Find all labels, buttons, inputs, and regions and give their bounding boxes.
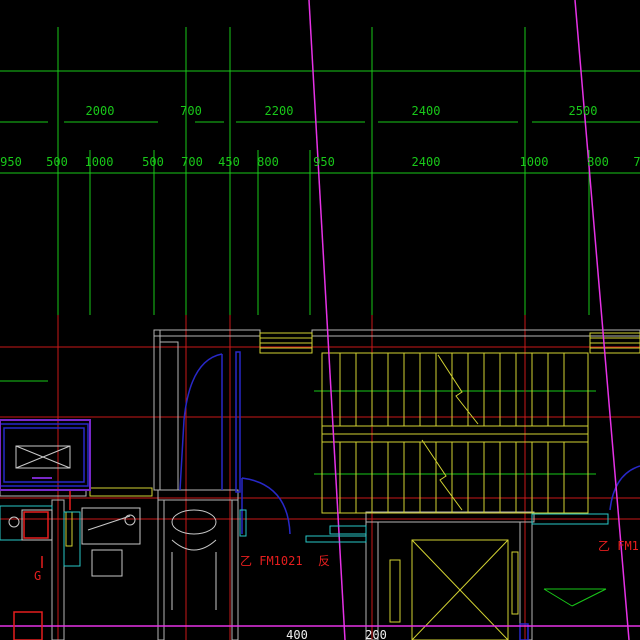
dimension-row-2: 950 500 1000 500 700 450 800 950 2400 10… [0, 155, 640, 169]
dim-label: 950 [0, 155, 22, 169]
grid-axis-lines [0, 315, 640, 640]
dimension-row-bottom: 400 200 [286, 628, 387, 640]
dim-label: 800 [257, 155, 279, 169]
door-tag: 乙 FM1 [598, 539, 639, 553]
door-tag-suffix: 反 [318, 554, 330, 568]
dim-label: 2400 [412, 104, 441, 118]
dim-label: 2500 [569, 104, 598, 118]
dim-label: 450 [218, 155, 240, 169]
dim-label: 800 [587, 155, 609, 169]
dim-label: 700 [181, 155, 203, 169]
door-tag: 乙 FM1021 [240, 554, 303, 568]
dim-label: 2400 [412, 155, 441, 169]
floor-plan-drawing[interactable]: 2000 700 2200 2400 2500 950 500 1000 500… [0, 0, 640, 640]
column-mark: G [34, 569, 41, 583]
cyan-fixtures [0, 505, 609, 567]
dim-label: 7 [633, 155, 640, 169]
dim-label: 700 [180, 104, 202, 118]
dim-label: 2200 [265, 104, 294, 118]
staircase [65, 332, 640, 640]
dim-label: 200 [365, 628, 387, 640]
sanitary-fixtures [8, 445, 217, 610]
walls [0, 329, 640, 640]
dim-label: 500 [142, 155, 164, 169]
dim-label: 1000 [520, 155, 549, 169]
door-tags: 乙 FM1021 反 乙 FM1 G [34, 539, 639, 583]
dim-label: 2000 [86, 104, 115, 118]
purple-accents [0, 419, 91, 491]
dim-label: 1000 [85, 155, 114, 169]
dim-label: 400 [286, 628, 308, 640]
dim-label: 950 [313, 155, 335, 169]
cad-drawing-canvas[interactable]: 2000 700 2200 2400 2500 950 500 1000 500… [0, 0, 640, 640]
dimension-row-1: 2000 700 2200 2400 2500 [86, 104, 598, 118]
dim-label: 500 [46, 155, 68, 169]
